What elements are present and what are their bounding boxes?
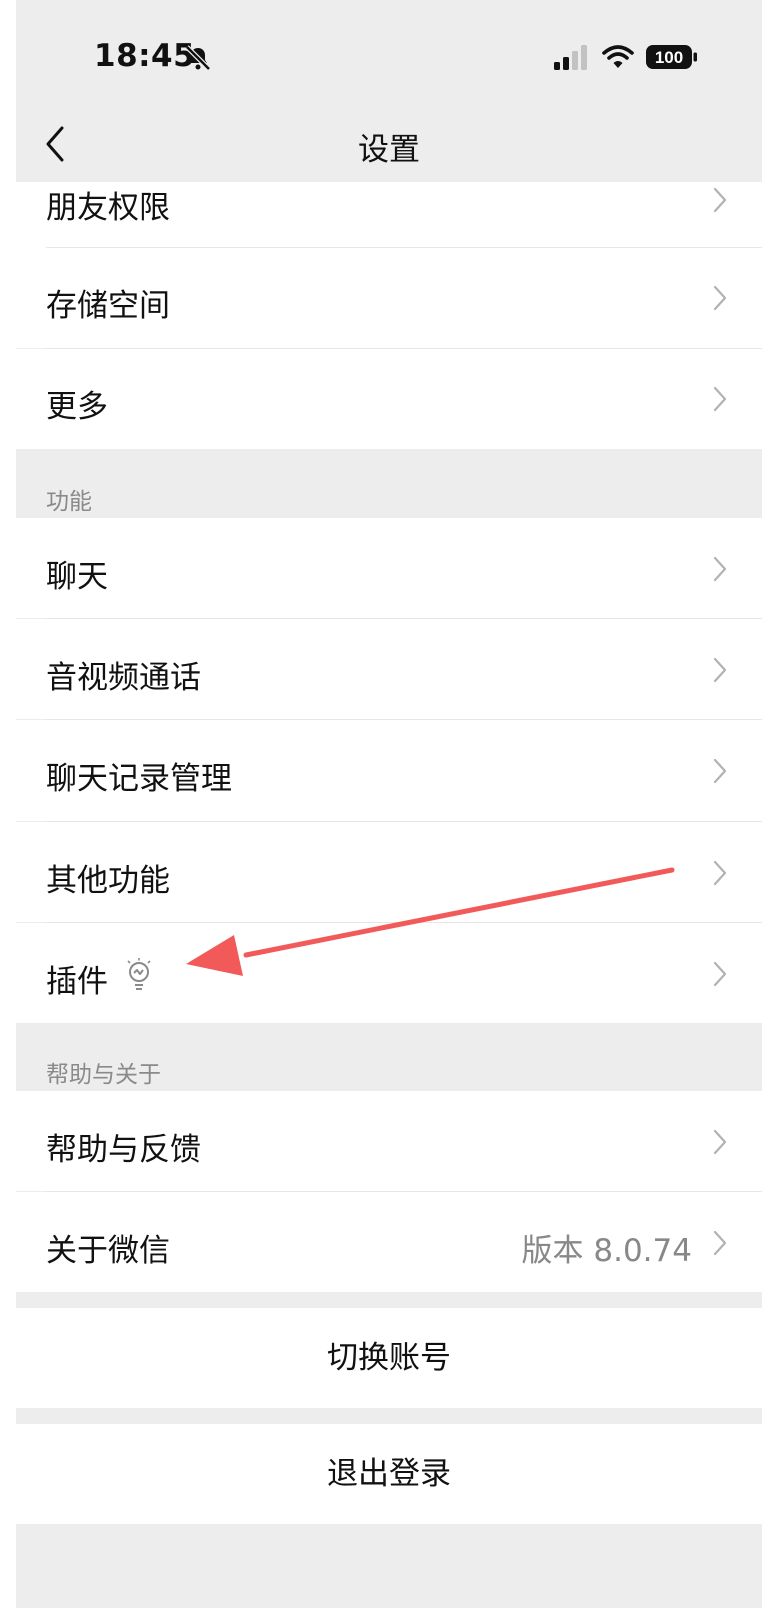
settings-item-chat-history[interactable]: 聊天记录管理 <box>16 720 762 821</box>
section-title-features: 功能 <box>46 489 92 515</box>
settings-item-audio-video-call[interactable]: 音视频通话 <box>16 619 762 719</box>
status-time: 18:45 <box>94 38 196 74</box>
chevron-right-icon <box>713 285 727 311</box>
wifi-icon <box>602 45 634 68</box>
settings-item-other-features[interactable]: 其他功能 <box>16 822 762 922</box>
navigation-bar: 设置 <box>16 110 762 182</box>
signal-icon <box>554 45 587 70</box>
chevron-right-icon <box>713 556 727 582</box>
item-label: 朋友权限 <box>46 190 170 226</box>
bell-slash-icon <box>185 45 211 71</box>
status-bar: 18:45 100 <box>16 0 762 110</box>
chevron-right-icon <box>713 1230 727 1256</box>
battery-icon: 100 <box>646 45 697 69</box>
section-title-help-about: 帮助与关于 <box>46 1062 161 1088</box>
chevron-right-icon <box>713 1129 727 1155</box>
phone-screen: 18:45 100 设置 朋友权限 存储空间 更多 功能 聊天 音视频通话 聊天… <box>16 0 762 1608</box>
settings-item-storage[interactable]: 存储空间 <box>16 248 762 348</box>
chevron-right-icon <box>713 860 727 886</box>
version-value: 版本 8.0.74 <box>521 1233 692 1269</box>
item-label: 帮助与反馈 <box>46 1132 201 1168</box>
item-label: 插件 <box>46 964 108 1000</box>
logout-button[interactable]: 退出登录 <box>16 1424 762 1524</box>
item-label: 其他功能 <box>46 863 170 899</box>
settings-item-friend-permissions[interactable]: 朋友权限 <box>16 182 762 248</box>
chevron-right-icon <box>713 657 727 683</box>
chevron-right-icon <box>713 386 727 412</box>
item-label: 更多 <box>46 389 108 425</box>
switch-account-button[interactable]: 切换账号 <box>16 1308 762 1408</box>
plugin-lightbulb-icon <box>127 958 151 990</box>
item-label: 存储空间 <box>46 288 170 324</box>
chevron-right-icon <box>713 187 727 213</box>
settings-item-help-feedback[interactable]: 帮助与反馈 <box>16 1091 762 1191</box>
settings-item-more[interactable]: 更多 <box>16 349 762 449</box>
battery-level: 100 <box>655 48 683 67</box>
item-label: 音视频通话 <box>46 660 201 696</box>
chevron-right-icon <box>713 758 727 784</box>
item-label: 聊天 <box>46 559 108 595</box>
chevron-right-icon <box>713 961 727 987</box>
settings-item-chat[interactable]: 聊天 <box>16 518 762 618</box>
item-label: 关于微信 <box>46 1233 170 1269</box>
page-title: 设置 <box>358 132 420 168</box>
settings-item-plugins[interactable]: 插件 <box>16 923 762 1023</box>
item-label: 聊天记录管理 <box>46 761 232 797</box>
settings-item-about-wechat[interactable]: 关于微信 版本 8.0.74 <box>16 1192 762 1292</box>
